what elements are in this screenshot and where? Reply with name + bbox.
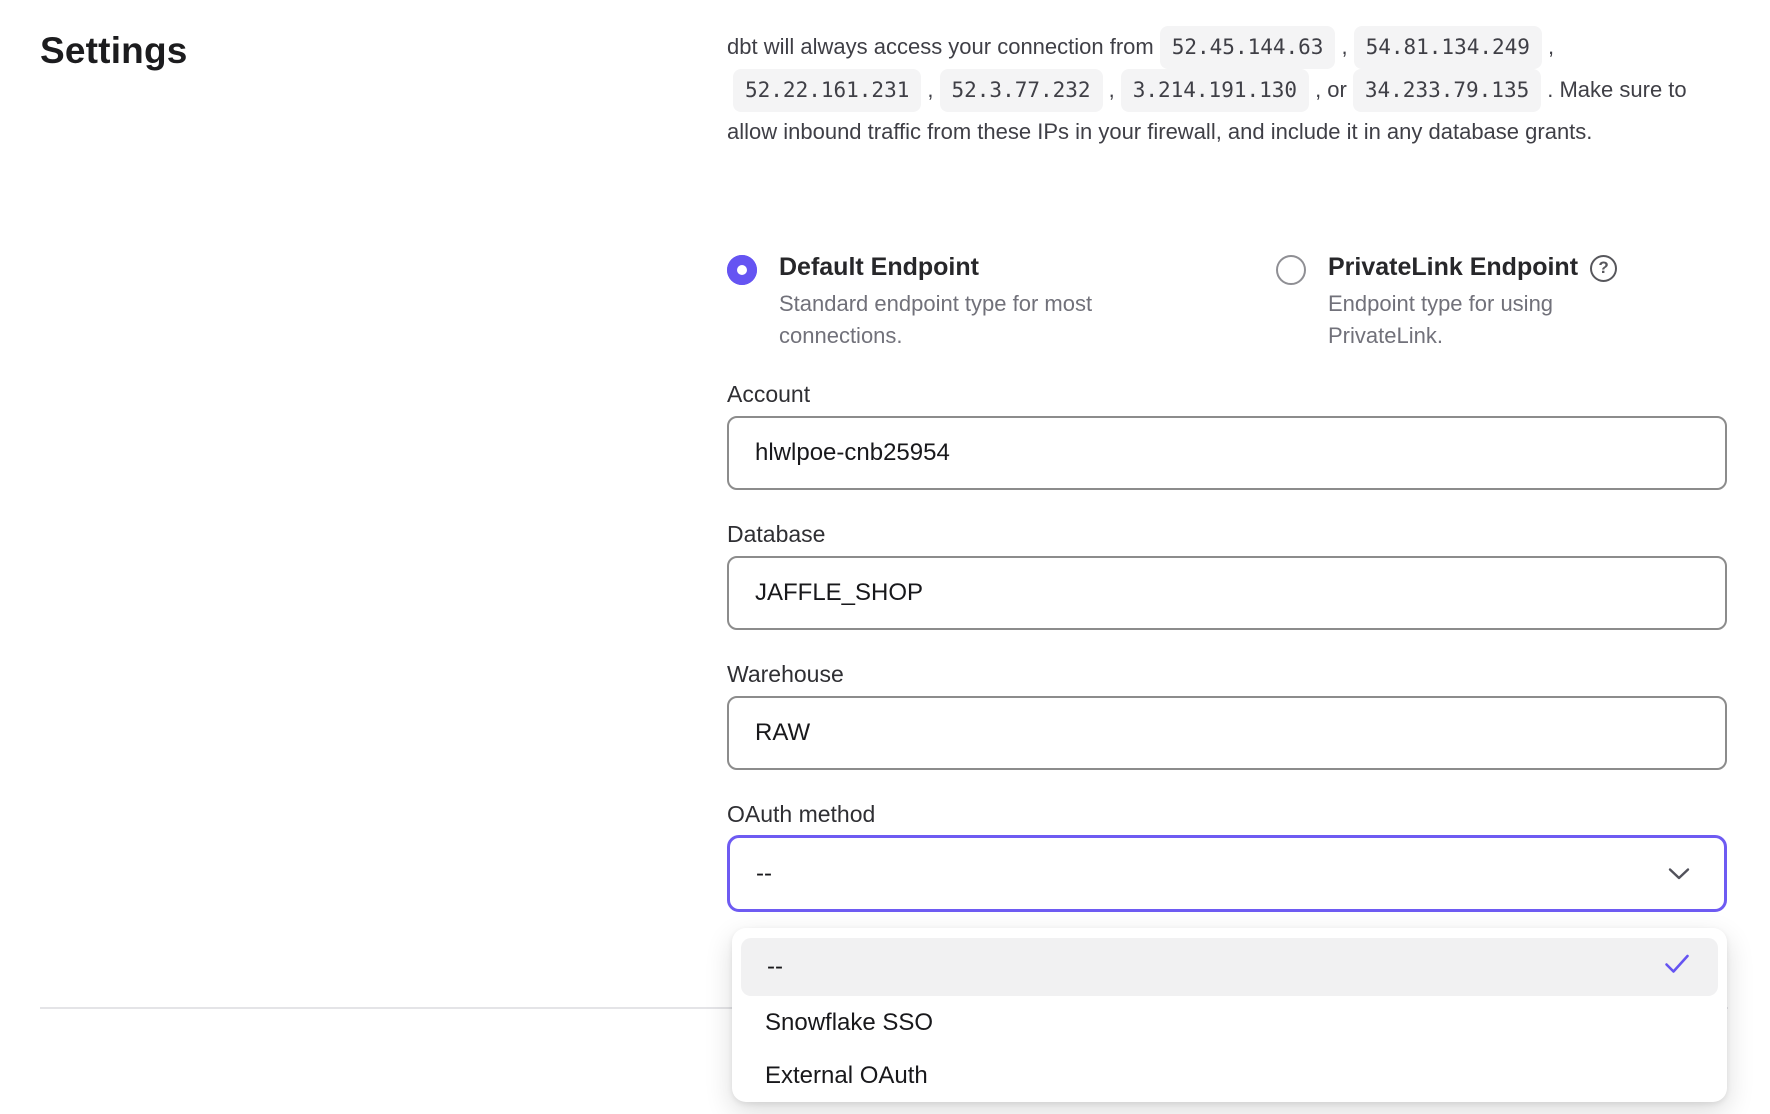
separator: , bbox=[1548, 34, 1554, 59]
privatelink-endpoint-description: Endpoint type for using PrivateLink. bbox=[1328, 288, 1618, 352]
ip-address-chip: 52.3.77.232 bbox=[940, 69, 1103, 112]
ip-address-chip: 52.45.144.63 bbox=[1160, 26, 1336, 69]
oauth-method-label: OAuth method bbox=[727, 801, 875, 828]
settings-page: Settings dbt will always access your con… bbox=[0, 0, 1770, 1114]
ip-address-chip: 34.233.79.135 bbox=[1353, 69, 1541, 112]
oauth-method-value: -- bbox=[756, 860, 772, 888]
radio-selected-icon[interactable] bbox=[727, 255, 757, 285]
warehouse-label: Warehouse bbox=[727, 661, 844, 688]
database-input[interactable] bbox=[727, 556, 1727, 630]
chevron-down-icon bbox=[1668, 860, 1690, 888]
option-label: -- bbox=[767, 953, 783, 981]
separator: , or bbox=[1315, 77, 1347, 102]
intro-prefix: dbt will always access your connection f… bbox=[727, 34, 1154, 59]
default-endpoint-description: Standard endpoint type for most connecti… bbox=[779, 288, 1169, 352]
radio-default-endpoint[interactable]: Default Endpoint Standard endpoint type … bbox=[727, 253, 1169, 352]
radio-privatelink-endpoint[interactable]: PrivateLink Endpoint ? Endpoint type for… bbox=[1276, 253, 1618, 352]
database-label: Database bbox=[727, 521, 825, 548]
separator: , bbox=[1341, 34, 1347, 59]
separator: , bbox=[927, 77, 933, 102]
ip-address-chip: 52.22.161.231 bbox=[733, 69, 921, 112]
help-icon[interactable]: ? bbox=[1590, 255, 1617, 282]
separator: , bbox=[1109, 77, 1115, 102]
dropdown-option-none[interactable]: -- bbox=[741, 938, 1718, 996]
oauth-method-dropdown: -- Snowflake SSO External OAuth bbox=[732, 928, 1727, 1102]
connection-ip-notice: dbt will always access your connection f… bbox=[727, 26, 1727, 152]
warehouse-input[interactable] bbox=[727, 696, 1727, 770]
check-icon bbox=[1664, 953, 1690, 982]
ip-address-chip: 3.214.191.130 bbox=[1121, 69, 1309, 112]
dropdown-option-snowflake-sso[interactable]: Snowflake SSO bbox=[732, 996, 1727, 1049]
dropdown-option-external-oauth[interactable]: External OAuth bbox=[732, 1049, 1727, 1102]
option-label: External OAuth bbox=[765, 1062, 928, 1090]
page-title: Settings bbox=[40, 30, 188, 72]
account-label: Account bbox=[727, 381, 810, 408]
ip-address-chip: 54.81.134.249 bbox=[1354, 26, 1542, 69]
account-input[interactable] bbox=[727, 416, 1727, 490]
default-endpoint-label: Default Endpoint bbox=[779, 253, 979, 282]
privatelink-endpoint-label: PrivateLink Endpoint bbox=[1328, 253, 1578, 282]
option-label: Snowflake SSO bbox=[765, 1009, 933, 1037]
oauth-method-select[interactable]: -- bbox=[727, 835, 1727, 912]
radio-unselected-icon[interactable] bbox=[1276, 255, 1306, 285]
